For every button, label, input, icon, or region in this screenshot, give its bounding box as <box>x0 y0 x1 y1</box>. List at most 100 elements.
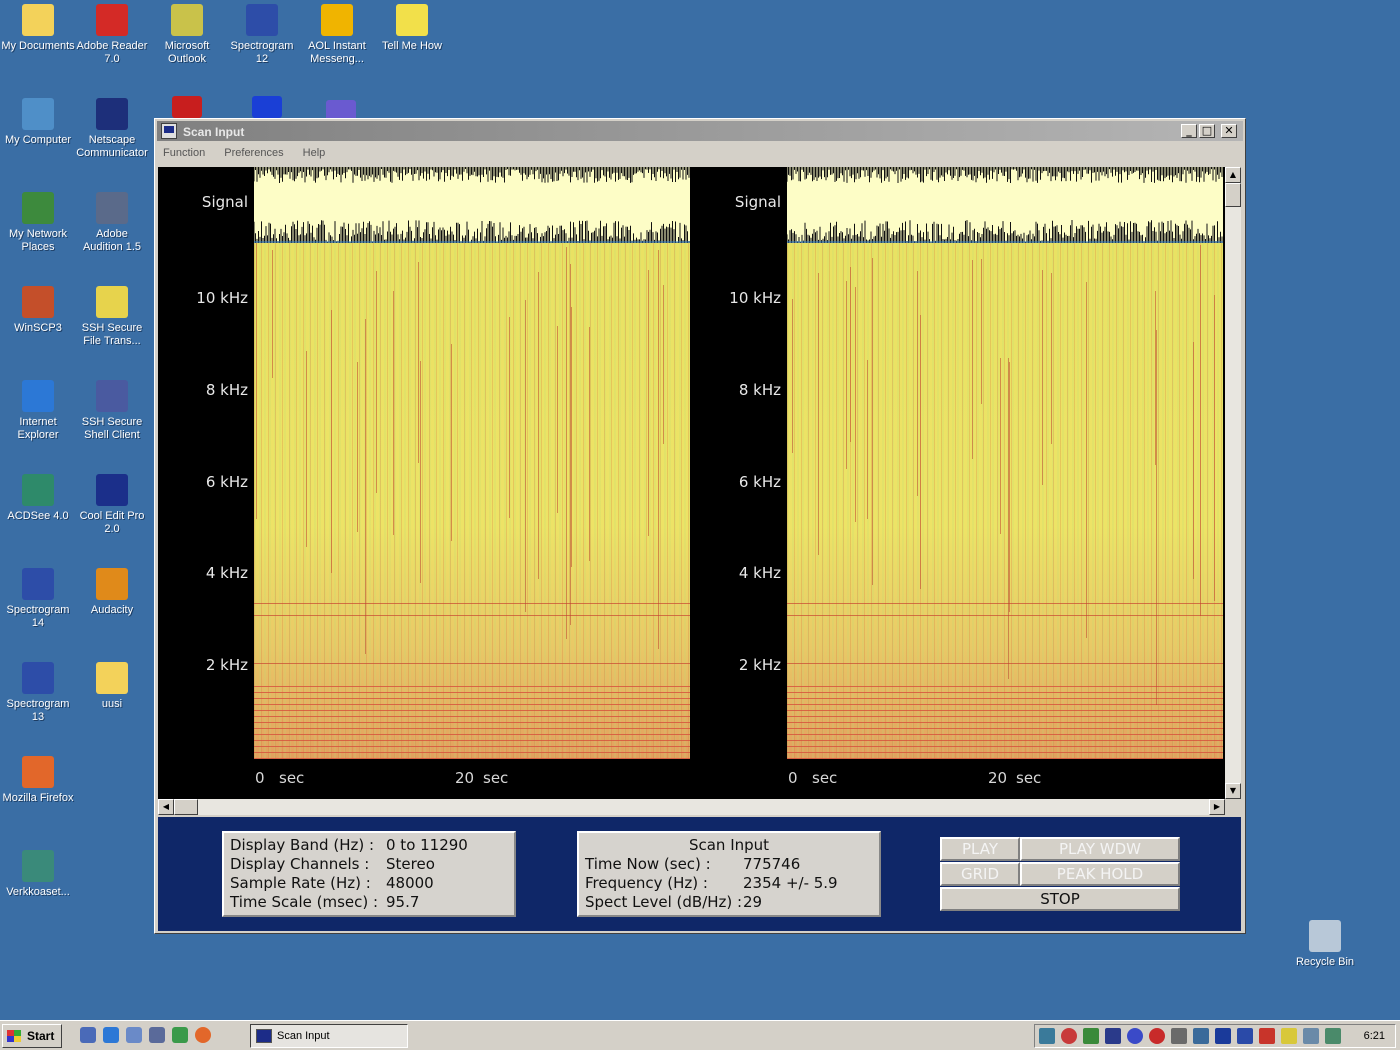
stop-button[interactable]: STOP <box>940 887 1180 911</box>
menu-help[interactable]: Help <box>303 147 326 159</box>
menu-function[interactable]: Function <box>163 147 205 159</box>
signal-waveform <box>787 167 1223 243</box>
time-scale-value: 95.7 <box>386 893 420 911</box>
time-now-value: 775746 <box>743 855 801 873</box>
desktop-icon[interactable]: AOL Instant Messeng... <box>299 0 375 66</box>
tray-globe-icon[interactable] <box>1127 1028 1143 1044</box>
scroll-up-button[interactable]: ▲ <box>1225 167 1241 183</box>
outlook-quicklaunch-icon[interactable] <box>126 1027 142 1043</box>
adobe-reader-icon <box>96 4 128 36</box>
x-tick-unit: sec <box>1016 769 1042 787</box>
minimize-button[interactable]: _ <box>1181 124 1197 138</box>
bmp-icon <box>22 850 54 882</box>
tray-block-icon[interactable] <box>1061 1028 1077 1044</box>
tray-zonealarm-icon[interactable] <box>1259 1028 1275 1044</box>
y-tick-label: 2 kHz <box>738 656 781 674</box>
desktop-icon[interactable]: SSH Secure Shell Client <box>74 376 150 442</box>
tray-speaker-icon[interactable] <box>1303 1028 1319 1044</box>
grid-button[interactable]: GRID <box>940 862 1020 886</box>
desktop-icon-label: uusi <box>101 698 123 710</box>
sample-rate-value: 48000 <box>386 874 434 892</box>
horizontal-scrollbar[interactable]: ◀ ▶ <box>158 799 1225 815</box>
horizontal-scroll-thumb[interactable] <box>174 799 198 815</box>
spectrogram-icon <box>22 662 54 694</box>
y-tick-label: 8 kHz <box>738 381 781 399</box>
spectrogram-view[interactable]: Signal 10 kHz 8 kHz 6 kHz 4 kHz 2 kHz 0 … <box>158 167 1225 799</box>
desktop-icon[interactable]: Mozilla Firefox <box>0 752 76 805</box>
desktop-icon[interactable]: My Network Places <box>0 188 76 254</box>
desktop-icon[interactable]: My Computer <box>0 94 76 147</box>
vertical-scroll-thumb[interactable] <box>1225 183 1241 207</box>
window-title: Scan Input <box>183 125 245 139</box>
peak-hold-button[interactable]: PEAK HOLD <box>1020 862 1180 886</box>
y-tick-label: 2 kHz <box>205 656 248 674</box>
desktop-icon[interactable]: Recycle Bin <box>1287 916 1363 969</box>
spectrogram-image[interactable] <box>787 243 1223 759</box>
x-tick-value: 20 <box>988 769 1008 787</box>
desktop-icon[interactable]: Adobe Audition 1.5 <box>74 188 150 254</box>
desktop-icon-label: SSH Secure File Trans... <box>81 322 143 347</box>
desktop-icon[interactable]: Verkkoaset... <box>0 846 76 899</box>
desktop-icon-label: Microsoft Outlook <box>164 40 210 65</box>
spectrogram-icon <box>246 4 278 36</box>
tray-ssh-icon[interactable] <box>1193 1028 1209 1044</box>
y-tick-label: 4 kHz <box>205 564 248 582</box>
desktop-icon[interactable]: Internet Explorer <box>0 376 76 442</box>
tray-language-icon[interactable] <box>1215 1028 1231 1044</box>
explorer-quicklaunch-icon[interactable] <box>149 1027 165 1043</box>
play-window-button[interactable]: PLAY WDW <box>1020 837 1180 861</box>
display-band-label: Display Band (Hz) : <box>230 836 375 854</box>
tray-display-icon[interactable] <box>1325 1028 1341 1044</box>
scan-status-title: Scan Input <box>688 836 770 854</box>
start-button[interactable]: Start <box>2 1024 62 1048</box>
y-tick-label: 4 kHz <box>738 564 781 582</box>
desktop-icon[interactable]: Spectrogram 13 <box>0 658 76 724</box>
menu-preferences[interactable]: Preferences <box>224 147 283 159</box>
play-button[interactable]: PLAY <box>940 837 1020 861</box>
desktop-icon[interactable]: Adobe Reader 7.0 <box>74 0 150 66</box>
cool-edit-icon <box>96 474 128 506</box>
desktop-icon[interactable]: WinSCP3 <box>0 282 76 335</box>
desktop-icon[interactable]: Microsoft Outlook <box>149 0 225 66</box>
tray-filter-icon[interactable] <box>1237 1028 1253 1044</box>
tray-network-icon[interactable] <box>1039 1028 1055 1044</box>
tray-record-icon[interactable] <box>1149 1028 1165 1044</box>
show-desktop-icon[interactable] <box>80 1027 96 1043</box>
desktop-icon[interactable]: Cool Edit Pro 2.0 <box>74 470 150 536</box>
vertical-scrollbar[interactable]: ▲ ▼ <box>1225 167 1241 799</box>
spectrogram-image[interactable] <box>254 243 690 759</box>
desktop-icon[interactable]: Spectrogram 12 <box>224 0 300 66</box>
y-tick-label: 8 kHz <box>205 381 248 399</box>
desktop-icon[interactable]: My Documents <box>0 0 76 53</box>
hidden-desktop-icon[interactable] <box>252 96 282 118</box>
hidden-desktop-icon[interactable] <box>172 96 202 118</box>
scroll-down-button[interactable]: ▼ <box>1225 783 1241 799</box>
desktop-icon[interactable]: ACDSee 4.0 <box>0 470 76 523</box>
desktop-icon[interactable]: uusi <box>74 658 150 711</box>
desktop-icon[interactable]: SSH Secure File Trans... <box>74 282 150 348</box>
title-bar[interactable]: Scan Input _ □ ✕ <box>157 121 1243 141</box>
firefox-quicklaunch-icon[interactable] <box>195 1027 211 1043</box>
desktop-icon[interactable]: Audacity <box>74 564 150 617</box>
taskbar-item-scan-input[interactable]: Scan Input <box>250 1024 408 1048</box>
media-player-quicklaunch-icon[interactable] <box>172 1027 188 1043</box>
windows-logo-icon <box>7 1030 21 1042</box>
network-icon <box>22 192 54 224</box>
time-scale-label: Time Scale (msec) : <box>230 893 379 911</box>
netscape-icon <box>96 98 128 130</box>
menu-bar: Function Preferences Help <box>159 147 337 165</box>
display-channels-label: Display Channels : <box>230 855 370 873</box>
spect-level-label: Spect Level (dB/Hz) : <box>585 893 743 911</box>
desktop-icon[interactable]: Netscape Communicator <box>74 94 150 160</box>
tray-keyboard-icon[interactable] <box>1083 1028 1099 1044</box>
close-button[interactable]: ✕ <box>1221 124 1237 138</box>
scroll-right-button[interactable]: ▶ <box>1209 799 1225 815</box>
tray-shield-icon[interactable] <box>1281 1028 1297 1044</box>
scroll-left-button[interactable]: ◀ <box>158 799 174 815</box>
desktop-icon[interactable]: Tell Me How <box>374 0 450 53</box>
tray-grid-icon[interactable] <box>1105 1028 1121 1044</box>
maximize-button[interactable]: □ <box>1199 124 1215 138</box>
tray-monitor-icon[interactable] <box>1171 1028 1187 1044</box>
desktop-icon[interactable]: Spectrogram 14 <box>0 564 76 630</box>
ie-quicklaunch-icon[interactable] <box>103 1027 119 1043</box>
